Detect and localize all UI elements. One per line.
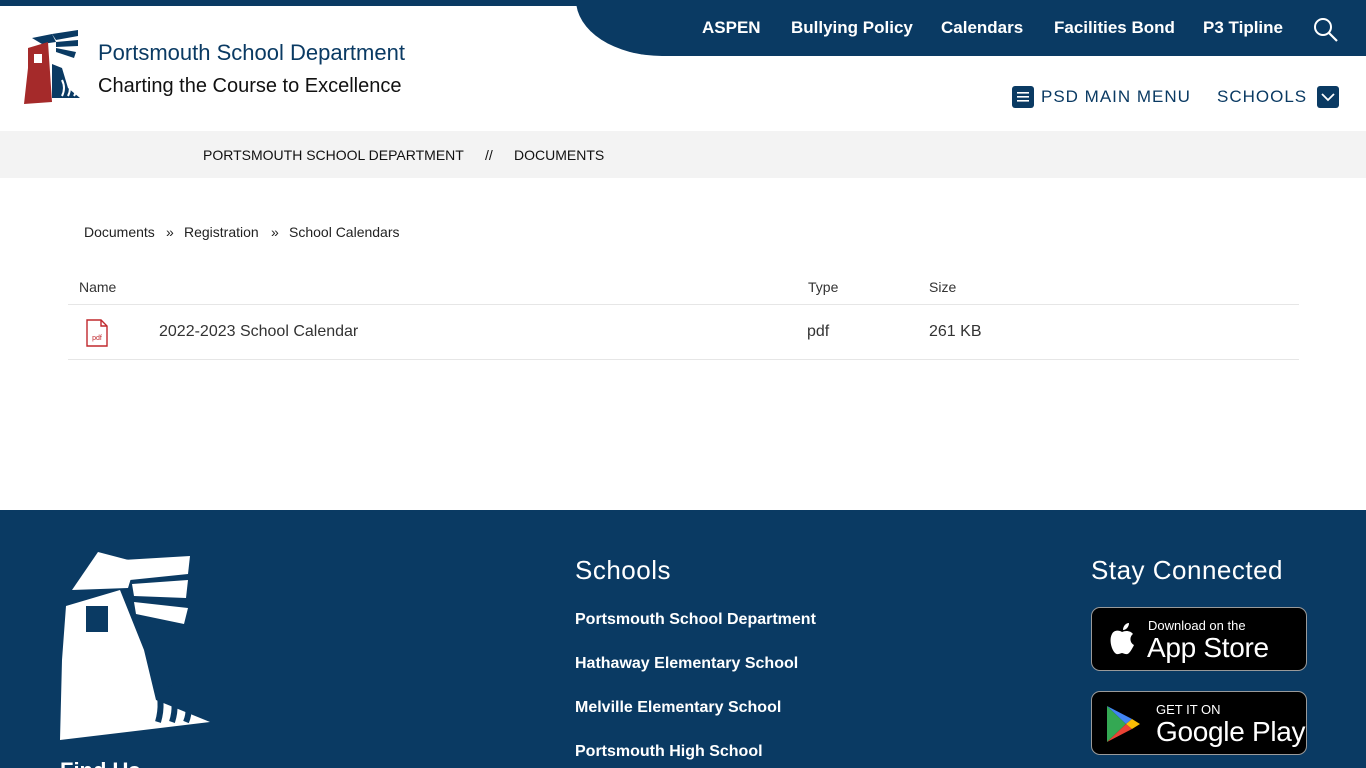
folder-path-separator: »: [271, 224, 279, 240]
schools-menu-label: SCHOOLS: [1217, 87, 1308, 106]
table-row-divider: [68, 359, 1299, 360]
footer-school-link[interactable]: Portsmouth School Department: [575, 611, 816, 629]
hamburger-menu-icon: [1012, 86, 1034, 108]
lighthouse-logo-icon[interactable]: [58, 550, 212, 740]
app-store-big-text: App Store: [1147, 632, 1269, 663]
breadcrumb-current: DOCUMENTS: [514, 147, 605, 163]
pdf-file-icon[interactable]: pdf: [86, 319, 108, 347]
footer-school-link[interactable]: Portsmouth High School: [575, 743, 763, 761]
document-type: pdf: [807, 323, 830, 340]
app-store-badge[interactable]: Download on the App Store: [1091, 607, 1307, 671]
search-icon[interactable]: [1312, 16, 1340, 44]
google-play-big-text: Google Play: [1156, 716, 1306, 747]
lighthouse-logo-icon[interactable]: [22, 28, 84, 104]
footer-find-us-heading: Find Us: [60, 758, 141, 768]
column-header-type[interactable]: Type: [808, 279, 838, 295]
chevron-down-icon: [1317, 86, 1340, 108]
document-name-link[interactable]: 2022-2023 School Calendar: [159, 323, 358, 341]
folder-path-registration-link[interactable]: Registration: [184, 224, 259, 240]
nav-link-bullying-policy[interactable]: Bullying Policy: [791, 18, 913, 38]
column-header-name[interactable]: Name: [79, 279, 116, 295]
psd-main-menu-label: PSD MAIN MENU: [1041, 87, 1191, 106]
footer-stay-connected-heading: Stay Connected: [1091, 555, 1284, 585]
breadcrumb-home-link[interactable]: PORTSMOUTH SCHOOL DEPARTMENT: [203, 147, 464, 163]
apple-icon: [1110, 623, 1134, 655]
table-divider: [68, 304, 1299, 305]
column-header-size[interactable]: Size: [929, 279, 956, 295]
site-tagline: Charting the Course to Excellence: [98, 75, 402, 97]
folder-path-documents-link[interactable]: Documents: [84, 224, 155, 240]
google-play-badge[interactable]: GET IT ON Google Play: [1091, 691, 1307, 755]
pdf-icon-label: pdf: [92, 335, 102, 342]
google-play-icon: [1107, 706, 1140, 742]
nav-link-calendars[interactable]: Calendars: [941, 18, 1023, 38]
footer-school-link[interactable]: Hathaway Elementary School: [575, 655, 798, 673]
footer-school-link[interactable]: Melville Elementary School: [575, 699, 781, 717]
site-title[interactable]: Portsmouth School Department: [98, 40, 405, 66]
nav-link-aspen[interactable]: ASPEN: [702, 18, 761, 38]
psd-main-menu-button[interactable]: PSD MAIN MENU: [1012, 86, 1191, 108]
nav-link-facilities-bond[interactable]: Facilities Bond: [1054, 18, 1175, 38]
nav-link-p3-tipline[interactable]: P3 Tipline: [1203, 18, 1283, 38]
google-play-small-text: GET IT ON: [1156, 702, 1221, 717]
folder-path-separator: »: [166, 224, 174, 240]
document-size: 261 KB: [929, 323, 982, 340]
breadcrumb-separator: //: [485, 147, 493, 163]
schools-menu-button[interactable]: SCHOOLS: [1217, 86, 1340, 108]
site-footer: Find Us Schools Portsmouth School Depart…: [0, 510, 1366, 768]
app-store-small-text: Download on the: [1148, 618, 1246, 633]
folder-path-current: School Calendars: [289, 224, 400, 240]
footer-schools-heading: Schools: [575, 555, 671, 585]
